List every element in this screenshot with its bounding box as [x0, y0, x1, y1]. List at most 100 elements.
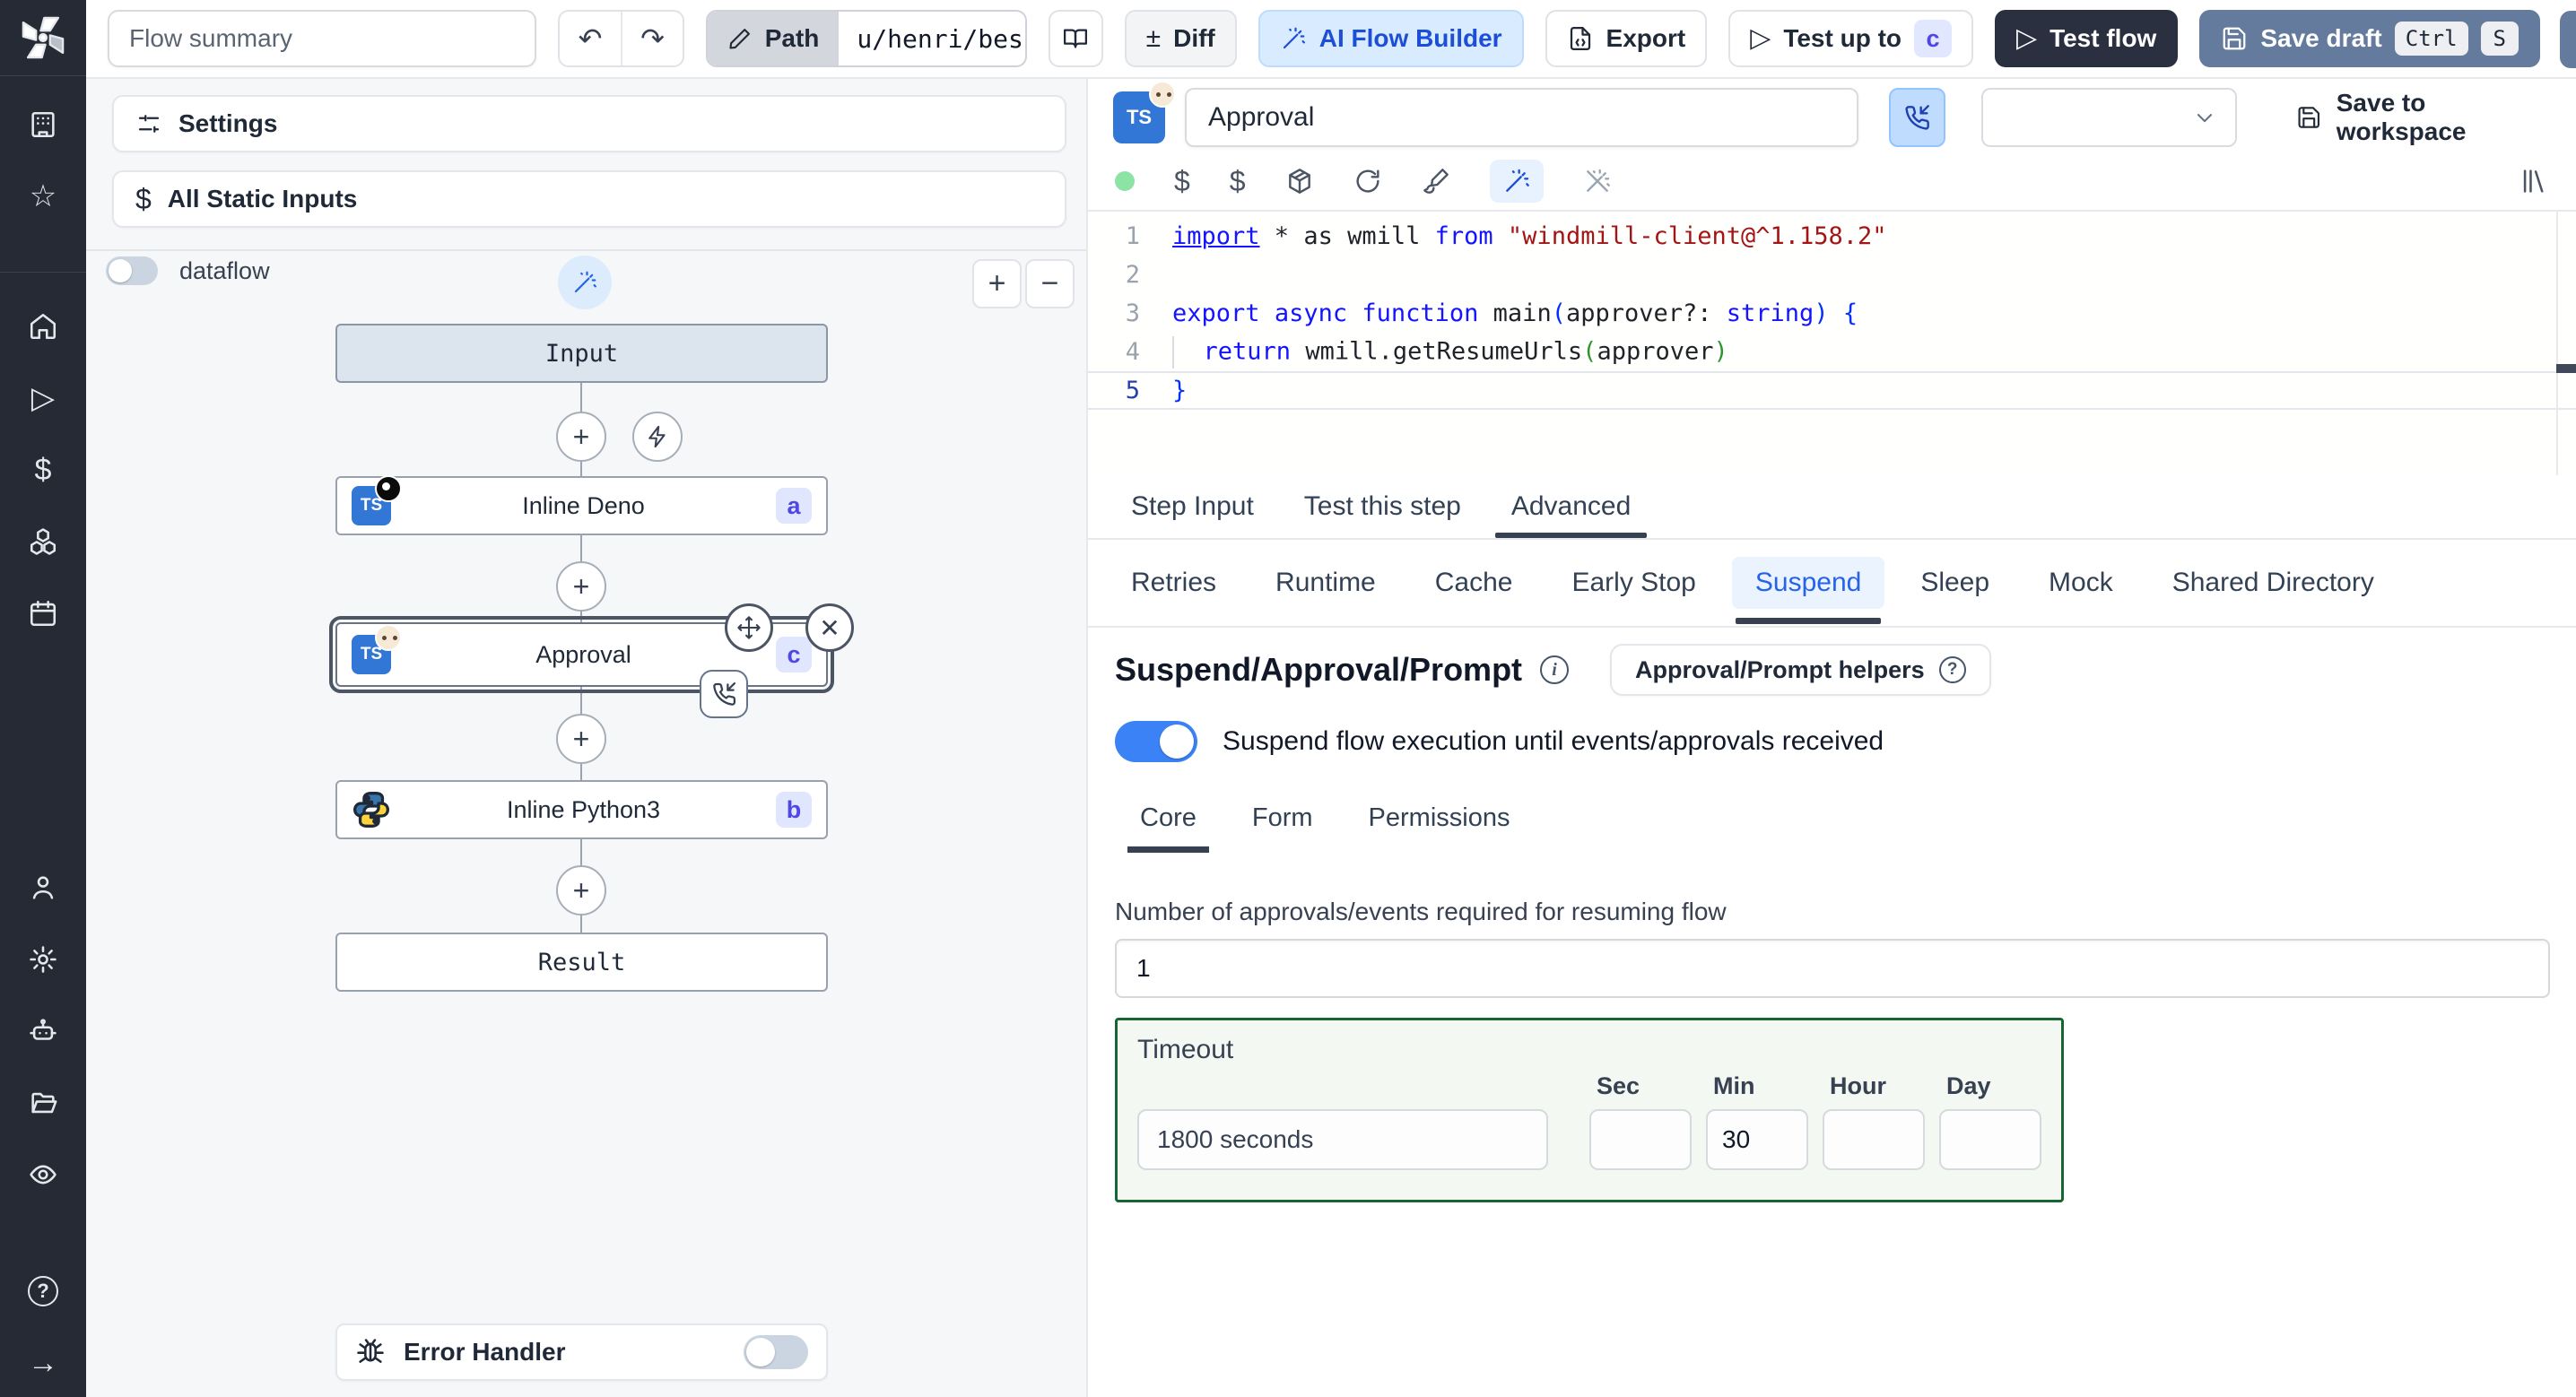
- sliders-icon: [138, 115, 160, 133]
- bun-icon: [1149, 81, 1176, 108]
- add-trigger-zap-button[interactable]: [632, 412, 683, 462]
- unit-label-hour: Hour: [1830, 1072, 1886, 1099]
- path-button[interactable]: Path u/henri/bes: [705, 10, 1027, 67]
- ai-assistant-wand-button[interactable]: [1489, 160, 1544, 203]
- variables-dollar-icon[interactable]: $: [25, 452, 61, 488]
- flow-node-inline-python3[interactable]: Inline Python3 b: [335, 780, 828, 839]
- resources-cubes-icon[interactable]: [25, 524, 61, 560]
- workspace-icon[interactable]: [25, 107, 61, 143]
- subtab-runtime[interactable]: Runtime: [1252, 557, 1399, 609]
- subtab-retries[interactable]: Retries: [1108, 557, 1240, 609]
- format-brush-icon[interactable]: [1422, 167, 1450, 195]
- suspend-phone-incoming-icon: [700, 670, 748, 718]
- help-icon[interactable]: ?: [25, 1273, 61, 1309]
- insert-step-button[interactable]: +: [556, 412, 606, 462]
- flow-node-result[interactable]: Result: [335, 933, 828, 992]
- code-line[interactable]: 2: [1088, 256, 2576, 294]
- save-draft-button[interactable]: Save draft Ctrl S: [2199, 10, 2540, 67]
- subtab-shared-directory[interactable]: Shared Directory: [2149, 557, 2398, 609]
- advanced-subtabs: Retries Runtime Cache Early Stop Suspend…: [1088, 540, 2576, 628]
- info-icon[interactable]: i: [1540, 655, 1570, 684]
- magic-wand-icon: [1283, 27, 1305, 49]
- wand-off-icon[interactable]: [1583, 167, 1612, 195]
- tag-select[interactable]: [1980, 88, 2238, 147]
- flow-graph-panel: Settings $ All Static Inputs dataflow + …: [86, 79, 1088, 1397]
- all-static-inputs-button[interactable]: $ All Static Inputs: [112, 170, 1066, 228]
- home-icon[interactable]: [25, 308, 61, 344]
- typescript-icon: TS: [352, 475, 402, 525]
- subtab-mock[interactable]: Mock: [2025, 557, 2137, 609]
- insert-step-button[interactable]: +: [556, 714, 606, 764]
- users-icon[interactable]: [25, 870, 61, 906]
- error-handler-toggle[interactable]: [744, 1335, 808, 1369]
- windmill-logo-icon[interactable]: [20, 14, 66, 61]
- step-id-badge: b: [776, 792, 812, 828]
- library-icon[interactable]: [2519, 166, 2549, 196]
- test-flow-button[interactable]: ▷ Test flow: [1995, 10, 2179, 67]
- python-icon: [352, 790, 391, 829]
- flow-node-input[interactable]: Input: [335, 324, 828, 383]
- test-up-to-step-badge: c: [1914, 20, 1952, 57]
- test-up-to-button[interactable]: ▷ Test up to c: [1728, 10, 1973, 67]
- code-line[interactable]: 1 import * as wmill from "windmill-client…: [1088, 217, 2576, 256]
- code-line[interactable]: 4 return wmill.getResumeUrls(approver): [1088, 333, 2576, 371]
- docs-book-button[interactable]: [1048, 10, 1103, 67]
- tab-core[interactable]: Core: [1127, 803, 1209, 853]
- reload-icon[interactable]: [1353, 167, 1382, 195]
- tab-step-input[interactable]: Step Input: [1106, 475, 1279, 538]
- code-line[interactable]: 3 export async function main(approver?: s…: [1088, 294, 2576, 333]
- timeout-seconds-input[interactable]: [1137, 1109, 1548, 1170]
- timeout-day-input[interactable]: [1939, 1109, 2041, 1170]
- ai-graph-wand-button[interactable]: [558, 256, 612, 309]
- step-name-input[interactable]: [1185, 88, 1858, 147]
- subtab-sleep[interactable]: Sleep: [1897, 557, 2013, 609]
- insert-step-button[interactable]: +: [556, 561, 606, 612]
- tab-test-this-step[interactable]: Test this step: [1279, 475, 1486, 538]
- timeout-hour-input[interactable]: [1823, 1109, 1925, 1170]
- favorites-star-icon[interactable]: ☆: [25, 178, 61, 214]
- expand-sidebar-arrow-icon[interactable]: →: [25, 1345, 61, 1381]
- play-icon: ▷: [2016, 23, 2038, 53]
- flow-summary-input[interactable]: [108, 10, 536, 67]
- zoom-out-button[interactable]: −: [1025, 259, 1075, 308]
- diff-button[interactable]: ± Diff: [1124, 10, 1237, 67]
- export-button[interactable]: Export: [1545, 10, 1708, 67]
- save-to-workspace-button[interactable]: Save to workspace: [2296, 89, 2551, 146]
- timeout-min-input[interactable]: [1706, 1109, 1808, 1170]
- subtab-cache[interactable]: Cache: [1412, 557, 1536, 609]
- delete-step-button[interactable]: ✕: [805, 603, 854, 652]
- tab-advanced[interactable]: Advanced: [1486, 475, 1656, 538]
- insert-step-button[interactable]: +: [556, 865, 606, 915]
- redo-button[interactable]: ↷: [621, 12, 683, 65]
- workers-robot-icon[interactable]: [25, 1013, 61, 1049]
- variables-dollar-icon[interactable]: $: [1174, 165, 1190, 198]
- package-icon[interactable]: [1285, 167, 1314, 195]
- suspend-toggle[interactable]: [1115, 721, 1197, 762]
- approvals-count-input[interactable]: [1115, 939, 2550, 998]
- audit-eye-icon[interactable]: [25, 1157, 61, 1193]
- flow-settings-button[interactable]: Settings: [112, 95, 1066, 152]
- move-step-button[interactable]: [725, 603, 773, 652]
- code-editor[interactable]: 1 import * as wmill from "windmill-client…: [1088, 210, 2576, 475]
- editor-scrollbar[interactable]: [2556, 212, 2558, 475]
- undo-button[interactable]: ↶: [560, 12, 621, 65]
- error-handler-row[interactable]: Error Handler: [335, 1323, 828, 1381]
- settings-gear-icon[interactable]: [25, 941, 61, 977]
- zoom-in-button[interactable]: +: [972, 259, 1022, 308]
- tab-form[interactable]: Form: [1252, 803, 1313, 846]
- code-line[interactable]: 5}: [1088, 371, 2576, 410]
- subtab-early-stop[interactable]: Early Stop: [1548, 557, 1719, 609]
- tab-permissions[interactable]: Permissions: [1369, 803, 1510, 846]
- timeout-sec-input[interactable]: [1589, 1109, 1692, 1170]
- dataflow-toggle[interactable]: [106, 256, 158, 285]
- contextual-dollar-icon[interactable]: $: [1230, 165, 1246, 198]
- runs-play-icon[interactable]: ▷: [25, 380, 61, 416]
- suspend-phone-button[interactable]: [1888, 88, 1945, 147]
- deploy-button-partial[interactable]: [2560, 11, 2576, 68]
- subtab-suspend[interactable]: Suspend: [1731, 557, 1885, 624]
- flow-node-inline-deno[interactable]: TS Inline Deno a: [335, 475, 828, 535]
- ai-flow-builder-button[interactable]: AI Flow Builder: [1258, 10, 1524, 67]
- approval-prompt-helpers-button[interactable]: Approval/Prompt helpers ?: [1610, 644, 1991, 696]
- folders-icon[interactable]: [25, 1085, 61, 1121]
- schedules-calendar-icon[interactable]: [25, 595, 61, 631]
